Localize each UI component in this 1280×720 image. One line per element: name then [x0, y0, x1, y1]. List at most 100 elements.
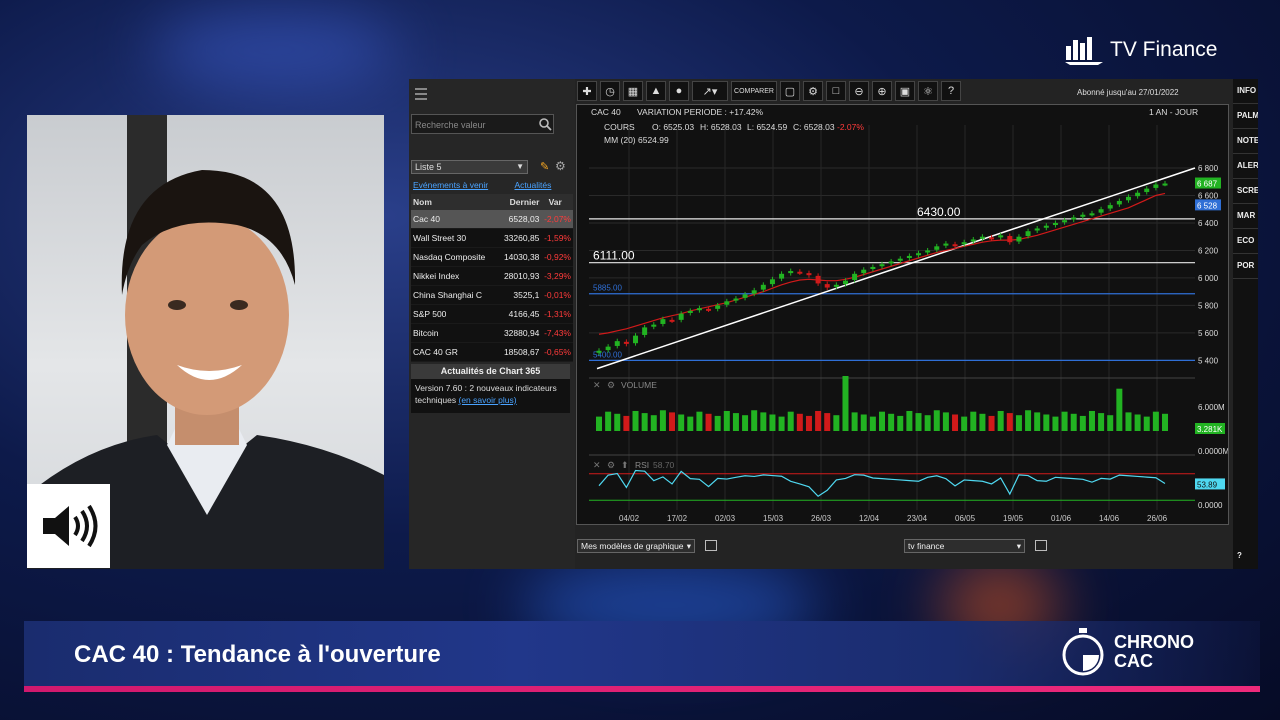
close-value: C: 6528.03 — [793, 122, 835, 132]
chart365-app: Recherche valeur Liste 5 ▼ ✎ ⚙ Evénement… — [409, 79, 1258, 569]
candle — [961, 242, 967, 245]
x-tick-label: 19/05 — [1003, 514, 1024, 523]
crosshair-button[interactable]: ✚ — [577, 81, 597, 101]
draw-line-button[interactable]: ↗▾ — [692, 81, 728, 101]
layout-select[interactable]: tv finance ▾ — [904, 539, 1025, 553]
candle — [879, 264, 885, 267]
candle — [660, 319, 666, 324]
candle — [724, 301, 730, 305]
y-tick-label: 5 600 — [1198, 329, 1219, 338]
gear-icon[interactable]: ⚙ — [555, 159, 566, 173]
candle — [934, 246, 940, 250]
events-link[interactable]: Evénements à venir — [413, 180, 488, 190]
col-name[interactable]: Nom — [411, 194, 496, 210]
chart-area[interactable]: 5 400 5 600 5 800 6 000 6 200 6 400 6 600 6 800… — [576, 104, 1229, 525]
chart-type-button[interactable]: ▲ — [646, 81, 666, 101]
zoom-out-button[interactable]: ⊖ — [849, 81, 869, 101]
volume-bar — [897, 415, 904, 431]
cell-name: China Shanghai C — [413, 290, 482, 300]
table-row[interactable]: S&P 500 4166,45 -1,31% — [411, 305, 573, 324]
volume-bar — [1098, 413, 1105, 431]
blank-button[interactable]: □ — [826, 81, 846, 101]
cell-name: Nasdaq Composite — [413, 252, 486, 262]
y-tick-label: 6 600 — [1198, 191, 1219, 200]
volume-bar — [824, 413, 831, 431]
save-icon[interactable] — [705, 540, 717, 551]
x-tick-label: 06/05 — [955, 514, 976, 523]
cell-var: -1,31% — [544, 309, 571, 319]
news-panel: Actualités de Chart 365 Version 7.60 : 2… — [411, 364, 570, 413]
clock-button[interactable]: ◷ — [600, 81, 620, 101]
volume-bar — [1052, 416, 1059, 431]
zoom-in-button[interactable]: ⊕ — [872, 81, 892, 101]
help-nav-button[interactable]: ? — [1233, 544, 1242, 568]
cac-text: CAC — [1114, 651, 1153, 671]
templates-select[interactable]: Mes modèles de graphique ▾ — [577, 539, 695, 553]
volume-bar — [605, 411, 612, 431]
col-var[interactable]: Var — [539, 194, 573, 210]
candle — [815, 275, 821, 284]
volume-bar — [1162, 413, 1168, 431]
banner-accent-line — [24, 686, 1260, 692]
right-nav-item[interactable]: ECO — [1233, 229, 1258, 254]
right-nav-item[interactable]: POR — [1233, 254, 1258, 279]
chevron-down-icon: ▾ — [686, 541, 691, 551]
table-row[interactable]: Nikkei Index 28010,93 -3,29% — [411, 267, 573, 286]
news-more-link[interactable]: (en savoir plus) — [459, 395, 517, 405]
volume-bar — [769, 414, 776, 431]
news-title: Actualités de Chart 365 — [411, 364, 570, 379]
calendar-button[interactable]: ▦ — [623, 81, 643, 101]
y-tick-label: 6 000 — [1198, 274, 1219, 283]
candle — [925, 250, 931, 253]
marker-button[interactable]: ● — [669, 81, 689, 101]
table-row[interactable]: China Shanghai C 3525,1 -0,01% — [411, 286, 573, 305]
search-icon[interactable] — [539, 118, 552, 131]
candle — [842, 280, 848, 285]
speaker-volume-button[interactable] — [27, 484, 110, 568]
pencil-icon[interactable]: ✎ — [540, 160, 549, 173]
cell-var: -7,43% — [544, 328, 571, 338]
volume-bar — [696, 411, 703, 431]
right-nav-item[interactable]: PALM — [1233, 104, 1258, 129]
table-row[interactable]: CAC 40 GR 18508,67 -0,65% — [411, 343, 573, 362]
cell-last: 6528,03 — [508, 214, 540, 224]
right-nav-item[interactable]: MAR — [1233, 204, 1258, 229]
cell-var: -0,01% — [544, 290, 571, 300]
volume-bar — [997, 410, 1004, 431]
candle — [1162, 183, 1168, 186]
gear-icon: ⚙ — [607, 380, 615, 390]
save-icon[interactable] — [1035, 540, 1047, 551]
col-last[interactable]: Dernier — [496, 194, 540, 210]
compare-button[interactable]: COMPARER — [731, 81, 777, 101]
table-row[interactable]: Cac 40 6528,03 -2,07% — [411, 210, 573, 229]
templates-select-value: Mes modèles de graphique — [581, 541, 684, 551]
help-button[interactable]: ? — [941, 81, 961, 101]
right-nav-item[interactable]: NOTE — [1233, 129, 1258, 154]
table-row[interactable]: Bitcoin 32880,94 -7,43% — [411, 324, 573, 343]
right-nav-item[interactable]: SCRE — [1233, 179, 1258, 204]
candlestick-chart[interactable]: 5 400 5 600 5 800 6 000 6 200 6 400 6 600 6 800… — [577, 105, 1229, 524]
candle — [852, 273, 858, 280]
chrono-text: CHRONO — [1114, 632, 1194, 652]
settings-button[interactable]: ⚙ — [803, 81, 823, 101]
volume-bar — [888, 413, 895, 431]
right-nav-item[interactable]: ALER — [1233, 154, 1258, 179]
layers-button[interactable]: ▣ — [895, 81, 915, 101]
volume-bar — [1034, 412, 1041, 431]
right-nav-item[interactable]: INFO — [1233, 79, 1258, 104]
flask-button[interactable]: ⚛ — [918, 81, 938, 101]
news-link[interactable]: Actualités — [515, 180, 552, 190]
volume-bar — [723, 410, 730, 431]
search-input[interactable]: Recherche valeur — [411, 114, 554, 134]
y-tick-label: 5 800 — [1198, 301, 1219, 310]
candle — [989, 237, 995, 240]
volume-bar — [815, 410, 822, 431]
volume-label: VOLUME — [621, 380, 657, 390]
window-button[interactable]: ▢ — [780, 81, 800, 101]
menu-icon[interactable] — [415, 88, 427, 100]
table-row[interactable]: Nasdaq Composite 14030,38 -0,92% — [411, 248, 573, 267]
table-row[interactable]: Wall Street 30 33260,85 -1,59% — [411, 229, 573, 248]
cell-last: 33260,85 — [503, 233, 540, 243]
volume-bar — [787, 411, 794, 431]
watchlist-select[interactable]: Liste 5 ▼ — [411, 160, 528, 174]
